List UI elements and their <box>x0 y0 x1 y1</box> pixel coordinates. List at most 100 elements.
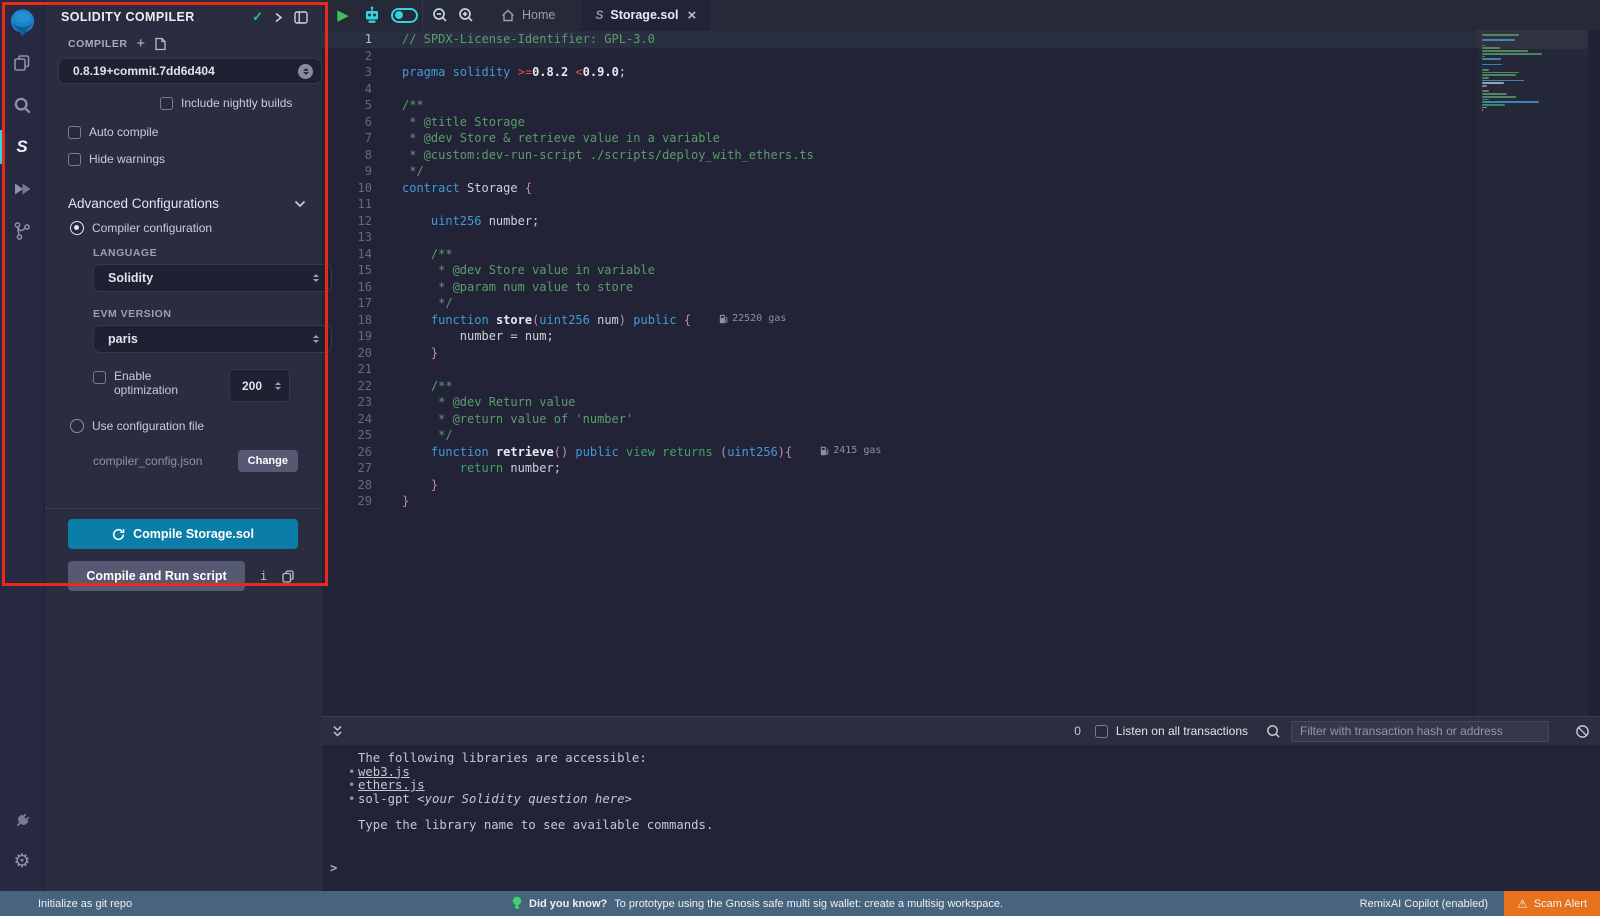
tab-home[interactable]: Home <box>487 0 569 30</box>
use-configuration-file-radio[interactable] <box>70 419 84 433</box>
clear-console-icon[interactable] <box>1575 724 1590 739</box>
change-config-button[interactable]: Change <box>238 450 298 472</box>
panel-title: SOLIDITY COMPILER <box>61 10 252 24</box>
code-line[interactable]: 23 * @dev Return value <box>322 394 1477 411</box>
code-line[interactable]: 20 } <box>322 345 1477 362</box>
code-line[interactable]: 10contract Storage { <box>322 180 1477 197</box>
terminal-header: 0 Listen on all transactions <box>322 716 1600 745</box>
code-line[interactable]: 13 <box>322 229 1477 246</box>
code-editor[interactable]: 1// SPDX-License-Identifier: GPL-3.023pr… <box>322 30 1600 716</box>
code-line[interactable]: 14 /** <box>322 246 1477 263</box>
code-line[interactable]: 12 uint256 number; <box>322 213 1477 230</box>
code-line[interactable]: 28 } <box>322 477 1477 494</box>
gas-pump-icon <box>719 314 728 324</box>
transaction-count: 0 <box>1074 724 1081 738</box>
zoom-out-button[interactable] <box>427 7 453 23</box>
sidebar-item-plugin-manager[interactable] <box>0 807 44 833</box>
code-line[interactable]: 16 * @param num value to store <box>322 279 1477 296</box>
code-line[interactable]: 29} <box>322 493 1477 510</box>
play-icon: ▶ <box>337 6 349 24</box>
code-text: * @dev Store & retrieve value in a varia… <box>380 131 720 145</box>
transaction-filter-input[interactable] <box>1291 721 1549 742</box>
hide-warnings-checkbox[interactable] <box>68 153 81 166</box>
code-line[interactable]: 27 return number; <box>322 460 1477 477</box>
line-number: 21 <box>322 362 380 376</box>
copilot-toggle[interactable] <box>386 8 422 23</box>
auto-compile-checkbox[interactable] <box>68 126 81 139</box>
select-arrows-icon <box>313 274 319 282</box>
zoom-in-button[interactable] <box>453 7 479 23</box>
editor-minimap[interactable] <box>1477 30 1588 716</box>
sidebar-item-remix-logo[interactable] <box>0 6 44 38</box>
include-nightly-checkbox[interactable] <box>160 97 173 110</box>
library-link[interactable]: web3.js <box>358 765 410 779</box>
code-line[interactable]: 22 /** <box>322 378 1477 395</box>
library-link[interactable]: ethers.js <box>358 778 425 792</box>
code-line[interactable]: 15 * @dev Store value in variable <box>322 262 1477 279</box>
code-line[interactable]: 19 number = num; <box>322 328 1477 345</box>
number-stepper-icon[interactable] <box>275 382 281 390</box>
compiler-configuration-label: Compiler configuration <box>92 221 212 235</box>
open-file-icon[interactable] <box>154 37 167 51</box>
sidebar-item-solidity-compiler[interactable]: S <box>0 134 44 160</box>
run-script-button[interactable]: ▶ <box>328 6 358 24</box>
info-icon[interactable]: i <box>260 569 267 583</box>
line-number: 2 <box>322 49 380 63</box>
enable-optimization-checkbox[interactable] <box>93 371 106 384</box>
terminal-prompt[interactable]: > <box>330 862 1600 876</box>
compiler-configuration-radio[interactable] <box>70 221 84 235</box>
code-line[interactable]: 25 */ <box>322 427 1477 444</box>
code-line[interactable]: 1// SPDX-License-Identifier: GPL-3.0 <box>322 31 1477 48</box>
sidebar-item-settings[interactable]: ⚙ <box>0 849 44 875</box>
sidebar-item-file-explorer[interactable] <box>0 50 44 76</box>
language-select[interactable]: Solidity <box>93 264 332 292</box>
config-file-name[interactable]: compiler_config.json <box>93 454 238 468</box>
bullet-icon: • <box>348 766 358 780</box>
line-number: 5 <box>322 98 380 112</box>
line-number: 8 <box>322 148 380 162</box>
code-line[interactable]: 17 */ <box>322 295 1477 312</box>
code-line[interactable]: 6 * @title Storage <box>322 114 1477 131</box>
chevron-right-icon[interactable] <box>274 12 283 23</box>
terminal-output[interactable]: The following libraries are accessible:•… <box>322 745 1600 875</box>
scam-alert-badge[interactable]: ⚠ Scam Alert <box>1504 891 1600 916</box>
code-line[interactable]: 8 * @custom:dev-run-script ./scripts/dep… <box>322 147 1477 164</box>
collapse-terminal-icon[interactable] <box>332 725 343 738</box>
sidebar-item-deploy-and-run[interactable] <box>0 176 44 202</box>
listen-transactions-checkbox[interactable] <box>1095 725 1108 738</box>
code-line[interactable]: 3pragma solidity >=0.8.2 <0.9.0; <box>322 64 1477 81</box>
compiler-version-select[interactable]: 0.8.19+commit.7dd6d404 <box>58 58 322 84</box>
code-line[interactable]: 9 */ <box>322 163 1477 180</box>
copy-icon[interactable] <box>282 570 294 583</box>
copilot-status[interactable]: RemixAI Copilot (enabled) <box>1360 898 1488 910</box>
recompile-icon <box>112 528 125 541</box>
code-line[interactable]: 26 function retrieve() public view retur… <box>322 444 1477 461</box>
tab-storage-sol[interactable]: S Storage.sol × <box>581 0 710 30</box>
panel-header: SOLIDITY COMPILER ✓ <box>45 0 322 25</box>
code-line[interactable]: 4 <box>322 81 1477 98</box>
plugin-manager-icon <box>13 811 32 830</box>
git-init-status[interactable]: Initialize as git repo <box>0 898 132 910</box>
code-line[interactable]: 7 * @dev Store & retrieve value in a var… <box>322 130 1477 147</box>
code-line[interactable]: 24 * @return value of 'number' <box>322 411 1477 428</box>
sidebar-item-git[interactable] <box>0 218 44 244</box>
pin-panel-icon[interactable] <box>294 11 308 24</box>
close-tab-icon[interactable]: × <box>687 8 696 23</box>
code-line[interactable]: 21 <box>322 361 1477 378</box>
code-line[interactable]: 5/** <box>322 97 1477 114</box>
advanced-configurations-header[interactable]: Advanced Configurations <box>68 196 306 211</box>
code-text: * @dev Store value in variable <box>380 263 655 277</box>
editor-scrollbar-track[interactable] <box>1588 30 1600 716</box>
add-compiler-icon[interactable]: + <box>136 39 145 49</box>
compile-and-run-button[interactable]: Compile and Run script <box>68 561 245 591</box>
line-number: 17 <box>322 296 380 310</box>
optimization-runs-input[interactable]: 200 <box>229 369 290 402</box>
compile-button[interactable]: Compile Storage.sol <box>68 519 298 549</box>
code-line[interactable]: 11 <box>322 196 1477 213</box>
code-line[interactable]: 18 function store(uint256 num) public {2… <box>322 312 1477 329</box>
remixai-button[interactable] <box>358 6 386 25</box>
evm-version-select[interactable]: paris <box>93 325 332 353</box>
code-text: function store(uint256 num) public {2252… <box>380 313 786 327</box>
sidebar-item-search[interactable] <box>0 92 44 118</box>
code-line[interactable]: 2 <box>322 48 1477 65</box>
